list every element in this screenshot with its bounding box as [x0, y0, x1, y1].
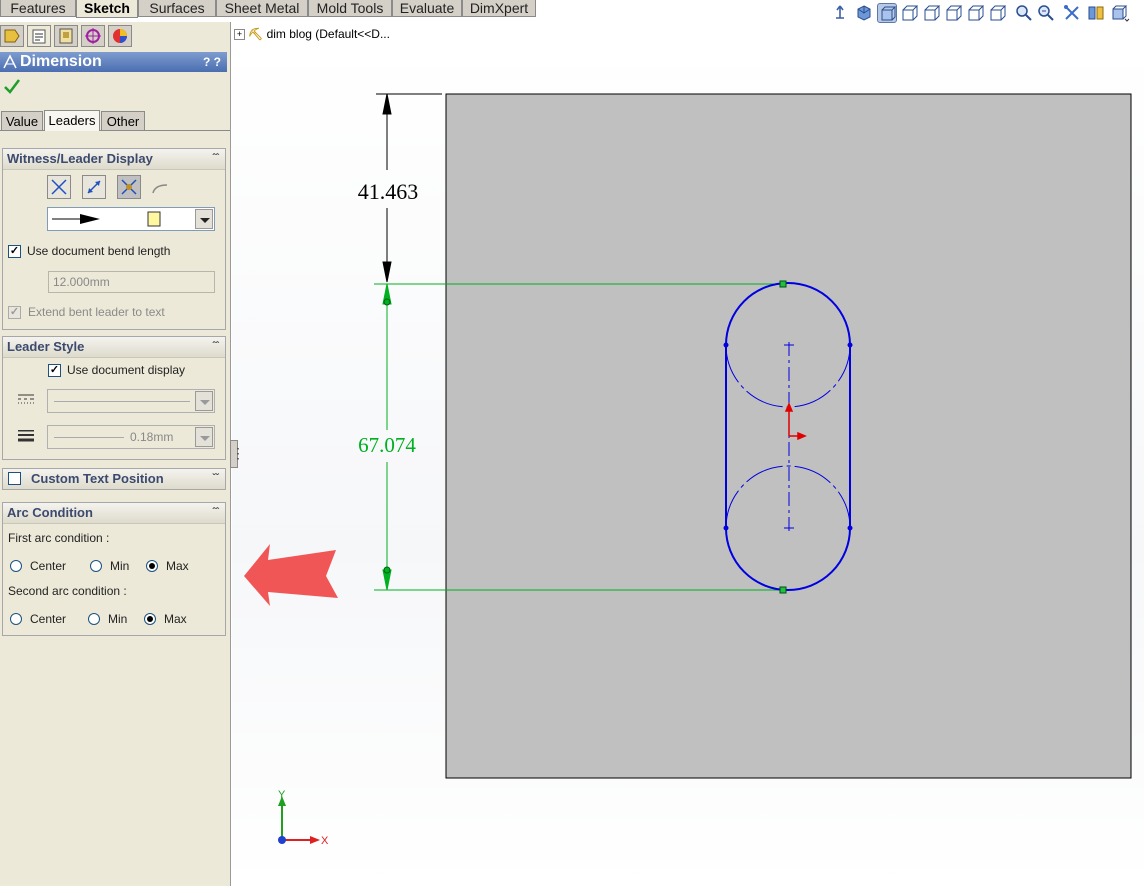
custom-text-position-checkbox[interactable]: [8, 472, 21, 485]
graphics-area[interactable]: [232, 44, 1144, 886]
tab-surfaces[interactable]: Surfaces: [138, 0, 216, 17]
smart-arrows-icon[interactable]: [117, 175, 141, 199]
display-cube-icon[interactable]: [1110, 3, 1130, 23]
first-arc-center-radio[interactable]: [10, 560, 22, 572]
dimension-tabs: Value Leaders Other: [0, 110, 230, 131]
second-arc-min-label: Min: [108, 612, 128, 626]
cube-view-icon[interactable]: [922, 3, 942, 23]
command-manager-tabs: Features Sketch Surfaces Sheet Metal Mol…: [0, 0, 540, 18]
expand-chevron-icon[interactable]: ˇˇ: [212, 469, 219, 489]
shaded-cube-icon[interactable]: [877, 3, 897, 23]
collapse-chevron-icon[interactable]: ˆˆ: [212, 337, 219, 357]
dropdown-arrow-icon[interactable]: [195, 391, 213, 411]
cube-view-icon[interactable]: [988, 3, 1008, 23]
first-arc-center-label: Center: [30, 559, 67, 573]
property-manager-panel: Dimension ? ? Value Leaders Other Witnes…: [0, 22, 231, 886]
section-view-icon[interactable]: [1086, 3, 1106, 23]
second-arc-condition-label: Second arc condition :: [8, 584, 127, 598]
second-arc-center-radio[interactable]: [10, 613, 22, 625]
tab-sketch[interactable]: Sketch: [76, 0, 138, 18]
help-icon[interactable]: ? ?: [203, 52, 221, 72]
custom-text-position-title-text: Custom Text Position: [31, 471, 164, 486]
manager-tabs: [0, 25, 140, 47]
heads-up-view-toolbar: [830, 3, 1144, 25]
second-arc-max-label: Max: [164, 612, 187, 626]
leader-style-title-text: Leader Style: [7, 339, 85, 354]
cube-view-icon[interactable]: [944, 3, 964, 23]
custom-text-position-group: Custom Text Position ˇˇ: [2, 468, 226, 490]
first-arc-max-radio[interactable]: [146, 560, 158, 572]
tools-icon[interactable]: [1062, 3, 1082, 23]
ok-check-icon[interactable]: [3, 78, 21, 94]
zoom-area-icon[interactable]: [1036, 3, 1056, 23]
arrow-style-select[interactable]: [47, 207, 215, 231]
cube-view-icon[interactable]: [966, 3, 986, 23]
line-style-select[interactable]: [47, 389, 215, 413]
second-arc-max-radio[interactable]: [144, 613, 156, 625]
expand-icon[interactable]: +: [234, 29, 245, 41]
first-arc-min-label: Min: [110, 559, 130, 573]
collapse-chevron-icon[interactable]: ˆˆ: [212, 149, 219, 169]
cube-view-icon[interactable]: [900, 3, 920, 23]
line-thickness-preview: [54, 437, 124, 438]
configuration-manager-tab[interactable]: [54, 25, 78, 47]
arc-condition-group: Arc Condition ˆˆ First arc condition : C…: [2, 502, 226, 636]
bend-length-field[interactable]: 12.000mm: [48, 271, 215, 293]
custom-text-position-title[interactable]: Custom Text Position ˇˇ: [3, 469, 225, 489]
part-icon: ⛏: [248, 27, 264, 41]
witness-leader-group: Witness/Leader Display ˆˆ ✓ Use document…: [2, 148, 226, 330]
arc-condition-title-text: Arc Condition: [7, 505, 93, 520]
arrow-style-icon: [52, 211, 161, 227]
property-manager-title: Dimension: [20, 53, 102, 70]
panel-splitter-handle[interactable]: [230, 440, 245, 468]
extend-bent-leader-checkbox[interactable]: ✓: [8, 306, 21, 319]
tab-mold-tools[interactable]: Mold Tools: [308, 0, 392, 17]
line-thickness-icon: [17, 429, 35, 443]
dropdown-arrow-icon[interactable]: [195, 209, 213, 229]
dimxpert-manager-tab[interactable]: [81, 25, 105, 47]
bent-leader-icon[interactable]: [149, 179, 171, 197]
line-thickness-value: 0.18mm: [130, 430, 174, 444]
first-arc-condition-label: First arc condition :: [8, 531, 110, 545]
tab-value[interactable]: Value: [1, 111, 43, 130]
tab-sheet-metal[interactable]: Sheet Metal: [216, 0, 308, 17]
outside-arrows-icon[interactable]: [47, 175, 71, 199]
use-document-bend-length-label: Use document bend length: [27, 244, 171, 258]
use-document-display-checkbox[interactable]: ✓: [48, 364, 61, 377]
collapse-chevron-icon[interactable]: ˆˆ: [212, 503, 219, 523]
property-manager-header: Dimension ? ?: [0, 52, 227, 72]
view-orientation-icon[interactable]: [830, 3, 850, 23]
second-arc-center-label: Center: [30, 612, 67, 626]
first-arc-min-radio[interactable]: [90, 560, 102, 572]
use-document-display-label: Use document display: [67, 363, 186, 377]
leader-style-group: Leader Style ˆˆ ✓ Use document display 0…: [2, 336, 226, 460]
tab-other[interactable]: Other: [101, 111, 145, 130]
tab-dimxpert[interactable]: DimXpert: [462, 0, 536, 17]
display-manager-tab[interactable]: [108, 25, 132, 47]
feature-manager-tab[interactable]: [0, 25, 24, 47]
leader-style-title[interactable]: Leader Style ˆˆ: [3, 337, 225, 358]
witness-leader-title[interactable]: Witness/Leader Display ˆˆ: [3, 149, 225, 170]
use-document-bend-length-checkbox[interactable]: ✓: [8, 245, 21, 258]
zoom-icon[interactable]: [1014, 3, 1034, 23]
extend-bent-leader-label: Extend bent leader to text: [28, 305, 165, 319]
witness-leader-title-text: Witness/Leader Display: [7, 151, 153, 166]
second-arc-min-radio[interactable]: [88, 613, 100, 625]
tab-features[interactable]: Features: [0, 0, 76, 17]
line-style-icon: [17, 393, 35, 407]
inside-arrows-icon[interactable]: [82, 175, 106, 199]
dropdown-arrow-icon[interactable]: [195, 427, 213, 447]
line-thickness-select[interactable]: 0.18mm: [47, 425, 215, 449]
3d-cube-icon[interactable]: [854, 3, 874, 23]
first-arc-max-label: Max: [166, 559, 189, 573]
property-manager-tab[interactable]: [27, 25, 51, 47]
feature-tree-label: dim blog (Default<<D...: [266, 27, 390, 41]
feature-tree-root[interactable]: + ⛏ dim blog (Default<<D...: [234, 26, 390, 44]
tab-leaders[interactable]: Leaders: [44, 110, 100, 131]
dimension-icon: [3, 54, 17, 69]
line-style-preview: [54, 401, 190, 402]
arc-condition-title[interactable]: Arc Condition ˆˆ: [3, 503, 225, 524]
tab-evaluate[interactable]: Evaluate: [392, 0, 462, 17]
